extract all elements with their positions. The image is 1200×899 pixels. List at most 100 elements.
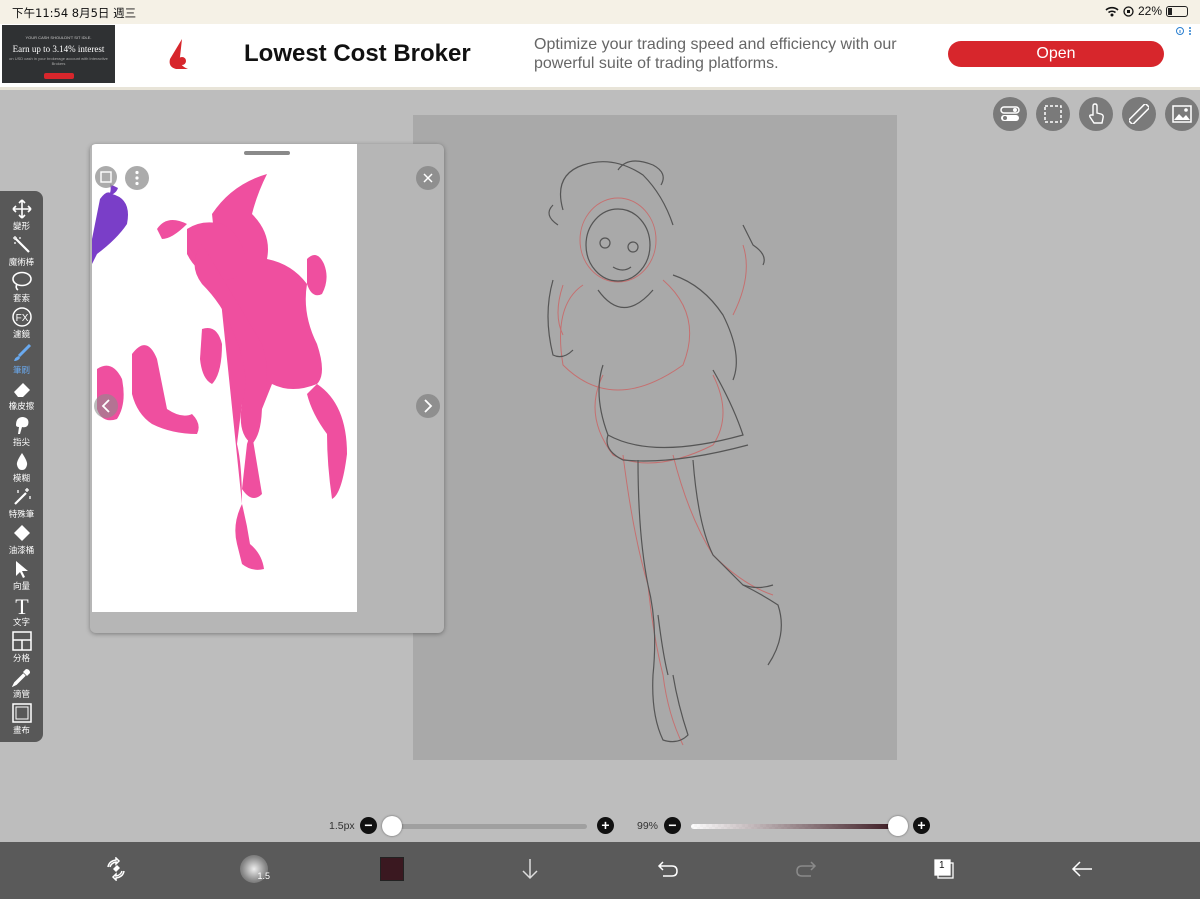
tool-filter[interactable]: FX 濾鏡 <box>0 306 43 342</box>
tool-palette: 變形 魔術棒 套索 FX 濾鏡 筆刷 橡皮擦 指尖 模糊 特殊筆 油漆桶 向量 … <box>0 191 43 742</box>
back-button[interactable] <box>1065 852 1099 886</box>
tool-blur[interactable]: 模糊 <box>0 450 43 486</box>
chevron-right-icon <box>424 399 433 413</box>
brush-size-slider-row: 1.5px − + <box>325 815 615 837</box>
opacity-slider-row: 99% − + <box>633 815 933 837</box>
ad-banner[interactable]: YOUR CASH SHOULDN'T SIT IDLE. Earn up to… <box>0 24 1200 90</box>
ad-title[interactable]: Lowest Cost Broker <box>244 40 471 68</box>
tool-lasso[interactable]: 套索 <box>0 270 43 306</box>
rotate-eraser-icon <box>107 857 125 881</box>
tool-vector[interactable]: 向量 <box>0 558 43 594</box>
ad-thumbnail[interactable]: YOUR CASH SHOULDN'T SIT IDLE. Earn up to… <box>2 25 115 83</box>
ad-thumb-button <box>43 73 74 79</box>
brush-size-value: 1.5px <box>329 820 355 832</box>
size-increase-button[interactable]: + <box>597 817 614 834</box>
opacity-track[interactable] <box>691 824 897 829</box>
tool-brush[interactable]: 筆刷 <box>0 342 43 378</box>
ruler-icon <box>1129 104 1149 124</box>
tool-label: 濾鏡 <box>12 330 30 340</box>
wifi-icon <box>1105 6 1119 16</box>
ad-thumb-headline: Earn up to 3.14% interest <box>12 44 105 54</box>
brush-size-thumb[interactable] <box>382 816 402 836</box>
tool-smudge[interactable]: 指尖 <box>0 414 43 450</box>
tool-eraser[interactable]: 橡皮擦 <box>0 378 43 414</box>
broker-logo-icon <box>169 39 188 69</box>
tool-label: 筆刷 <box>12 366 30 376</box>
layer-count: 1 <box>939 860 945 871</box>
layers-button[interactable]: 1 <box>927 852 961 886</box>
tool-label: 文字 <box>12 618 30 628</box>
tool-text[interactable]: T 文字 <box>0 594 43 630</box>
status-time: 下午11:54 8月5日 週三 <box>12 6 137 20</box>
quick-tools-button[interactable] <box>99 852 133 886</box>
text-glyph: T <box>15 594 29 616</box>
tool-magic-wand[interactable]: 魔術棒 <box>0 234 43 270</box>
tool-label: 模糊 <box>12 474 30 484</box>
reference-window[interactable] <box>90 144 444 633</box>
tool-label: 套索 <box>12 294 30 304</box>
reference-close-button[interactable] <box>416 166 440 190</box>
selection-button[interactable] <box>1036 97 1070 131</box>
eraser-icon <box>11 378 33 400</box>
reference-next-button[interactable] <box>416 394 440 418</box>
drawing-canvas[interactable] <box>413 115 897 760</box>
undo-button[interactable] <box>651 852 685 886</box>
touch-button[interactable] <box>1079 97 1113 131</box>
toggle-settings-button[interactable] <box>993 97 1027 131</box>
fx-icon: FX <box>11 306 33 328</box>
more-vertical-icon <box>135 170 139 186</box>
redo-button[interactable] <box>789 852 823 886</box>
tool-label: 分格 <box>12 654 30 664</box>
brush-picker-button[interactable]: 1.5 <box>237 852 271 886</box>
brush-size-track[interactable] <box>387 824 587 829</box>
square-icon <box>100 171 112 183</box>
special-pen-icon <box>11 486 33 508</box>
reference-drag-handle[interactable] <box>244 151 290 155</box>
tool-label: 畫布 <box>12 726 30 736</box>
tool-special-pen[interactable]: 特殊筆 <box>0 486 43 522</box>
tool-transform[interactable]: 變形 <box>0 198 43 234</box>
ruler-button[interactable] <box>1122 97 1156 131</box>
redo-icon <box>796 861 817 877</box>
image-icon <box>1172 105 1192 123</box>
ad-description: Optimize your trading speed and efficien… <box>534 36 897 72</box>
frame-divider-icon <box>11 630 33 652</box>
current-color-swatch <box>380 857 404 881</box>
tool-label: 滴管 <box>12 690 30 700</box>
reference-menu-button[interactable] <box>125 166 149 190</box>
top-tools <box>993 97 1199 131</box>
tool-canvas[interactable]: 畫布 <box>0 702 43 738</box>
opacity-thumb[interactable] <box>888 816 908 836</box>
bottom-bar: 1.5 1 <box>0 842 1200 899</box>
opacity-decrease-button[interactable]: − <box>664 817 681 834</box>
undo-icon <box>657 861 678 877</box>
magic-wand-icon <box>11 234 33 256</box>
tool-label: 變形 <box>12 222 30 232</box>
opacity-increase-button[interactable]: + <box>913 817 930 834</box>
hand-touch-icon <box>1088 103 1104 124</box>
arrow-left-icon <box>1071 861 1092 877</box>
move-icon <box>11 198 33 220</box>
eyedropper-icon <box>11 666 33 688</box>
tool-frame-divider[interactable]: 分格 <box>0 630 43 666</box>
fx-glyph: FX <box>15 313 28 324</box>
color-picker-button[interactable] <box>375 852 409 886</box>
brush-size-badge: 1.5 <box>257 871 270 881</box>
ad-info-icon[interactable] <box>1176 26 1194 36</box>
tool-label: 向量 <box>12 582 30 592</box>
image-material-button[interactable] <box>1165 97 1199 131</box>
lasso-icon <box>11 270 33 292</box>
reference-fit-button[interactable] <box>95 166 117 188</box>
ad-open-button[interactable]: Open <box>948 41 1164 67</box>
toggle-icon <box>1000 106 1020 121</box>
blur-icon <box>11 450 33 472</box>
battery-percent: 22% <box>1137 4 1162 18</box>
canvas-icon <box>11 702 33 724</box>
tool-bucket[interactable]: 油漆桶 <box>0 522 43 558</box>
size-decrease-button[interactable]: − <box>360 817 377 834</box>
download-button[interactable] <box>513 852 547 886</box>
tool-eyedropper[interactable]: 滴管 <box>0 666 43 702</box>
tool-label: 指尖 <box>12 438 30 448</box>
brush-icon <box>11 342 33 364</box>
reference-prev-button[interactable] <box>94 394 118 418</box>
